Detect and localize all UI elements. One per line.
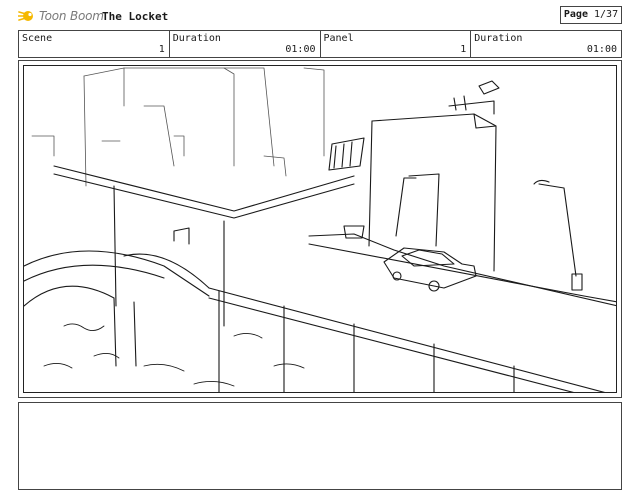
panel-info-row: Scene 1 Duration 01:00 Panel 1 Duration … [18,30,622,58]
page-number: 1/37 [594,9,619,20]
panel-duration-cell: Duration 01:00 [471,31,621,57]
street-edge [308,233,616,307]
roof-edge [53,165,355,212]
logo-text: Toon Boom [39,9,104,23]
panel-label: Panel [323,33,354,44]
storyboard-sketch-drawing [24,67,616,392]
street-lamp-left [408,173,440,247]
tall-building [371,113,497,272]
toon-boom-logo-icon [18,11,33,21]
scene-duration-value: 01:00 [285,44,316,55]
storyboard-title: The Locket [102,10,169,23]
arch-left [24,285,115,307]
page-header: Toon Boom The Locket Page 1/37 [18,6,622,26]
car [383,247,477,292]
panel-notes-box[interactable] [18,402,622,490]
water-ripples [43,323,305,387]
bridge-railing [208,287,606,392]
scene-value: 1 [158,44,165,55]
panel-frame [18,60,622,398]
scene-cell: Scene 1 [19,31,170,57]
panel-sketch[interactable] [23,65,617,393]
panel-value: 1 [460,44,467,55]
background-buildings [31,67,325,187]
scene-duration-label: Duration [172,33,221,44]
page-indicator: Page 1/37 [560,6,622,24]
page-label: Page [563,9,588,20]
toon-boom-logo: Toon Boom [18,6,104,26]
panel-duration-value: 01:00 [586,44,617,55]
scene-duration-cell: Duration 01:00 [170,31,321,57]
street-lamp-right [538,183,577,277]
panel-duration-label: Duration [474,33,523,44]
scene-label: Scene [22,33,53,44]
panel-cell: Panel 1 [321,31,472,57]
